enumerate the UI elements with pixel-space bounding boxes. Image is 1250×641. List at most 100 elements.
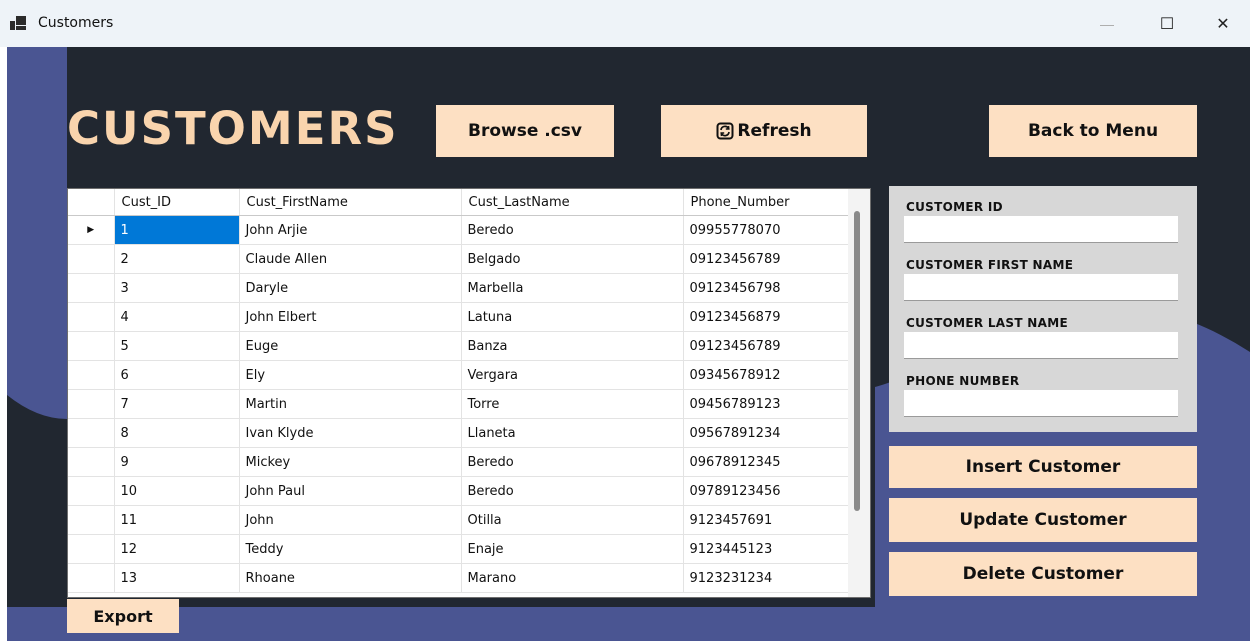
row-header[interactable]	[68, 563, 115, 593]
table-cell[interactable]: Euge	[239, 331, 462, 361]
table-cell[interactable]: Mickey	[239, 447, 462, 477]
table-cell[interactable]: 4	[114, 302, 240, 332]
table-row[interactable]: 8 Ivan Klyde Llaneta 09567891234	[68, 418, 849, 448]
back-to-menu-button[interactable]: Back to Menu	[989, 105, 1197, 157]
row-header[interactable]	[68, 418, 115, 448]
table-cell[interactable]: 09789123456	[683, 476, 849, 506]
table-cell[interactable]: Beredo	[461, 476, 684, 506]
table-cell[interactable]: 5	[114, 331, 240, 361]
table-cell[interactable]: 09567891234	[683, 418, 849, 448]
table-row[interactable]: 12 Teddy Enaje 9123445123	[68, 534, 849, 564]
table-row[interactable]: 13 Rhoane Marano 9123231234	[68, 563, 849, 593]
table-cell[interactable]: Torre	[461, 389, 684, 419]
table-cell[interactable]: 09123456798	[683, 273, 849, 303]
table-cell[interactable]: John	[239, 505, 462, 535]
close-button[interactable]: ✕	[1200, 8, 1246, 40]
row-header[interactable]	[68, 447, 115, 477]
browse-csv-button[interactable]: Browse .csv	[436, 105, 614, 157]
minimize-button[interactable]: —	[1084, 8, 1130, 40]
table-cell[interactable]: 09456789123	[683, 389, 849, 419]
table-cell[interactable]: 09123456789	[683, 244, 849, 274]
phone-number-input[interactable]	[904, 390, 1178, 417]
table-cell[interactable]: Rhoane	[239, 563, 462, 593]
table-row[interactable]: 2 Claude Allen Belgado 09123456789	[68, 244, 849, 274]
table-cell[interactable]: Teddy	[239, 534, 462, 564]
table-cell[interactable]: Beredo	[461, 447, 684, 477]
row-header[interactable]	[68, 389, 115, 419]
table-cell[interactable]: 6	[114, 360, 240, 390]
column-header[interactable]: Cust_FirstName	[239, 189, 462, 216]
table-row[interactable]: 11 John Otilla 9123457691	[68, 505, 849, 535]
table-cell[interactable]: Ivan Klyde	[239, 418, 462, 448]
table-cell[interactable]: 10	[114, 476, 240, 506]
table-cell[interactable]: Latuna	[461, 302, 684, 332]
table-cell[interactable]: 9123445123	[683, 534, 849, 564]
table-row[interactable]: 9 Mickey Beredo 09678912345	[68, 447, 849, 477]
table-row[interactable]: 6 Ely Vergara 09345678912	[68, 360, 849, 390]
table-cell[interactable]: Marano	[461, 563, 684, 593]
table-row[interactable]: ▶ 1 John Arjie Beredo 09955778070	[68, 215, 849, 245]
column-header[interactable]: Phone_Number	[683, 189, 849, 216]
table-cell[interactable]: Beredo	[461, 215, 684, 245]
row-header[interactable]	[68, 302, 115, 332]
table-cell[interactable]: John Paul	[239, 476, 462, 506]
customer-last-name-input[interactable]	[904, 332, 1178, 359]
table-cell[interactable]: Daryle	[239, 273, 462, 303]
column-header[interactable]: Cust_LastName	[461, 189, 684, 216]
row-header[interactable]	[68, 273, 115, 303]
current-row-indicator-icon[interactable]: ▶	[68, 215, 115, 245]
table-cell[interactable]: Belgado	[461, 244, 684, 274]
table-cell[interactable]: 3	[114, 273, 240, 303]
table-cell[interactable]: 7	[114, 389, 240, 419]
table-cell[interactable]: 9	[114, 447, 240, 477]
table-cell[interactable]: Llaneta	[461, 418, 684, 448]
scrollbar-thumb[interactable]	[854, 211, 860, 511]
table-cell[interactable]: 12	[114, 534, 240, 564]
table-cell[interactable]: Otilla	[461, 505, 684, 535]
customer-first-name-input[interactable]	[904, 274, 1178, 301]
row-header[interactable]	[68, 360, 115, 390]
table-row[interactable]: 7 Martin Torre 09456789123	[68, 389, 849, 419]
table-cell[interactable]: 11	[114, 505, 240, 535]
table-cell[interactable]: Banza	[461, 331, 684, 361]
table-cell[interactable]: 09955778070	[683, 215, 849, 245]
table-cell[interactable]: 9123231234	[683, 563, 849, 593]
table-cell[interactable]: 1	[114, 215, 240, 245]
table-cell[interactable]: Marbella	[461, 273, 684, 303]
row-header[interactable]	[68, 534, 115, 564]
column-header[interactable]: Cust_ID	[114, 189, 240, 216]
table-row[interactable]: 10 John Paul Beredo 09789123456	[68, 476, 849, 506]
table-cell[interactable]: Ely	[239, 360, 462, 390]
table-cell[interactable]: John Arjie	[239, 215, 462, 245]
table-cell[interactable]: 9123457691	[683, 505, 849, 535]
table-cell[interactable]: 09123456879	[683, 302, 849, 332]
header-row: Cust_ID Cust_FirstName Cust_LastName Pho…	[68, 189, 849, 216]
refresh-button[interactable]: Refresh	[661, 105, 867, 157]
maximize-button[interactable]: ☐	[1144, 8, 1190, 40]
row-header[interactable]	[68, 505, 115, 535]
table-cell[interactable]: Enaje	[461, 534, 684, 564]
delete-customer-button[interactable]: Delete Customer	[889, 552, 1197, 596]
table-cell[interactable]: Martin	[239, 389, 462, 419]
table-cell[interactable]: 13	[114, 563, 240, 593]
table-cell[interactable]: 8	[114, 418, 240, 448]
vertical-scrollbar[interactable]	[848, 189, 870, 597]
row-header[interactable]	[68, 244, 115, 274]
table-row[interactable]: 5 Euge Banza 09123456789	[68, 331, 849, 361]
insert-customer-button[interactable]: Insert Customer	[889, 446, 1197, 488]
table-cell[interactable]: 09678912345	[683, 447, 849, 477]
table-row[interactable]: 3 Daryle Marbella 09123456798	[68, 273, 849, 303]
table-cell[interactable]: 2	[114, 244, 240, 274]
table-cell[interactable]: Vergara	[461, 360, 684, 390]
table-cell[interactable]: 09345678912	[683, 360, 849, 390]
export-button[interactable]: Export	[67, 599, 179, 633]
customer-id-input[interactable]	[904, 216, 1178, 243]
table-row[interactable]: 4 John Elbert Latuna 09123456879	[68, 302, 849, 332]
row-header[interactable]	[68, 331, 115, 361]
update-customer-button[interactable]: Update Customer	[889, 498, 1197, 542]
row-header[interactable]	[68, 476, 115, 506]
customers-grid[interactable]: Cust_ID Cust_FirstName Cust_LastName Pho…	[67, 188, 871, 598]
table-cell[interactable]: Claude Allen	[239, 244, 462, 274]
table-cell[interactable]: 09123456789	[683, 331, 849, 361]
table-cell[interactable]: John Elbert	[239, 302, 462, 332]
